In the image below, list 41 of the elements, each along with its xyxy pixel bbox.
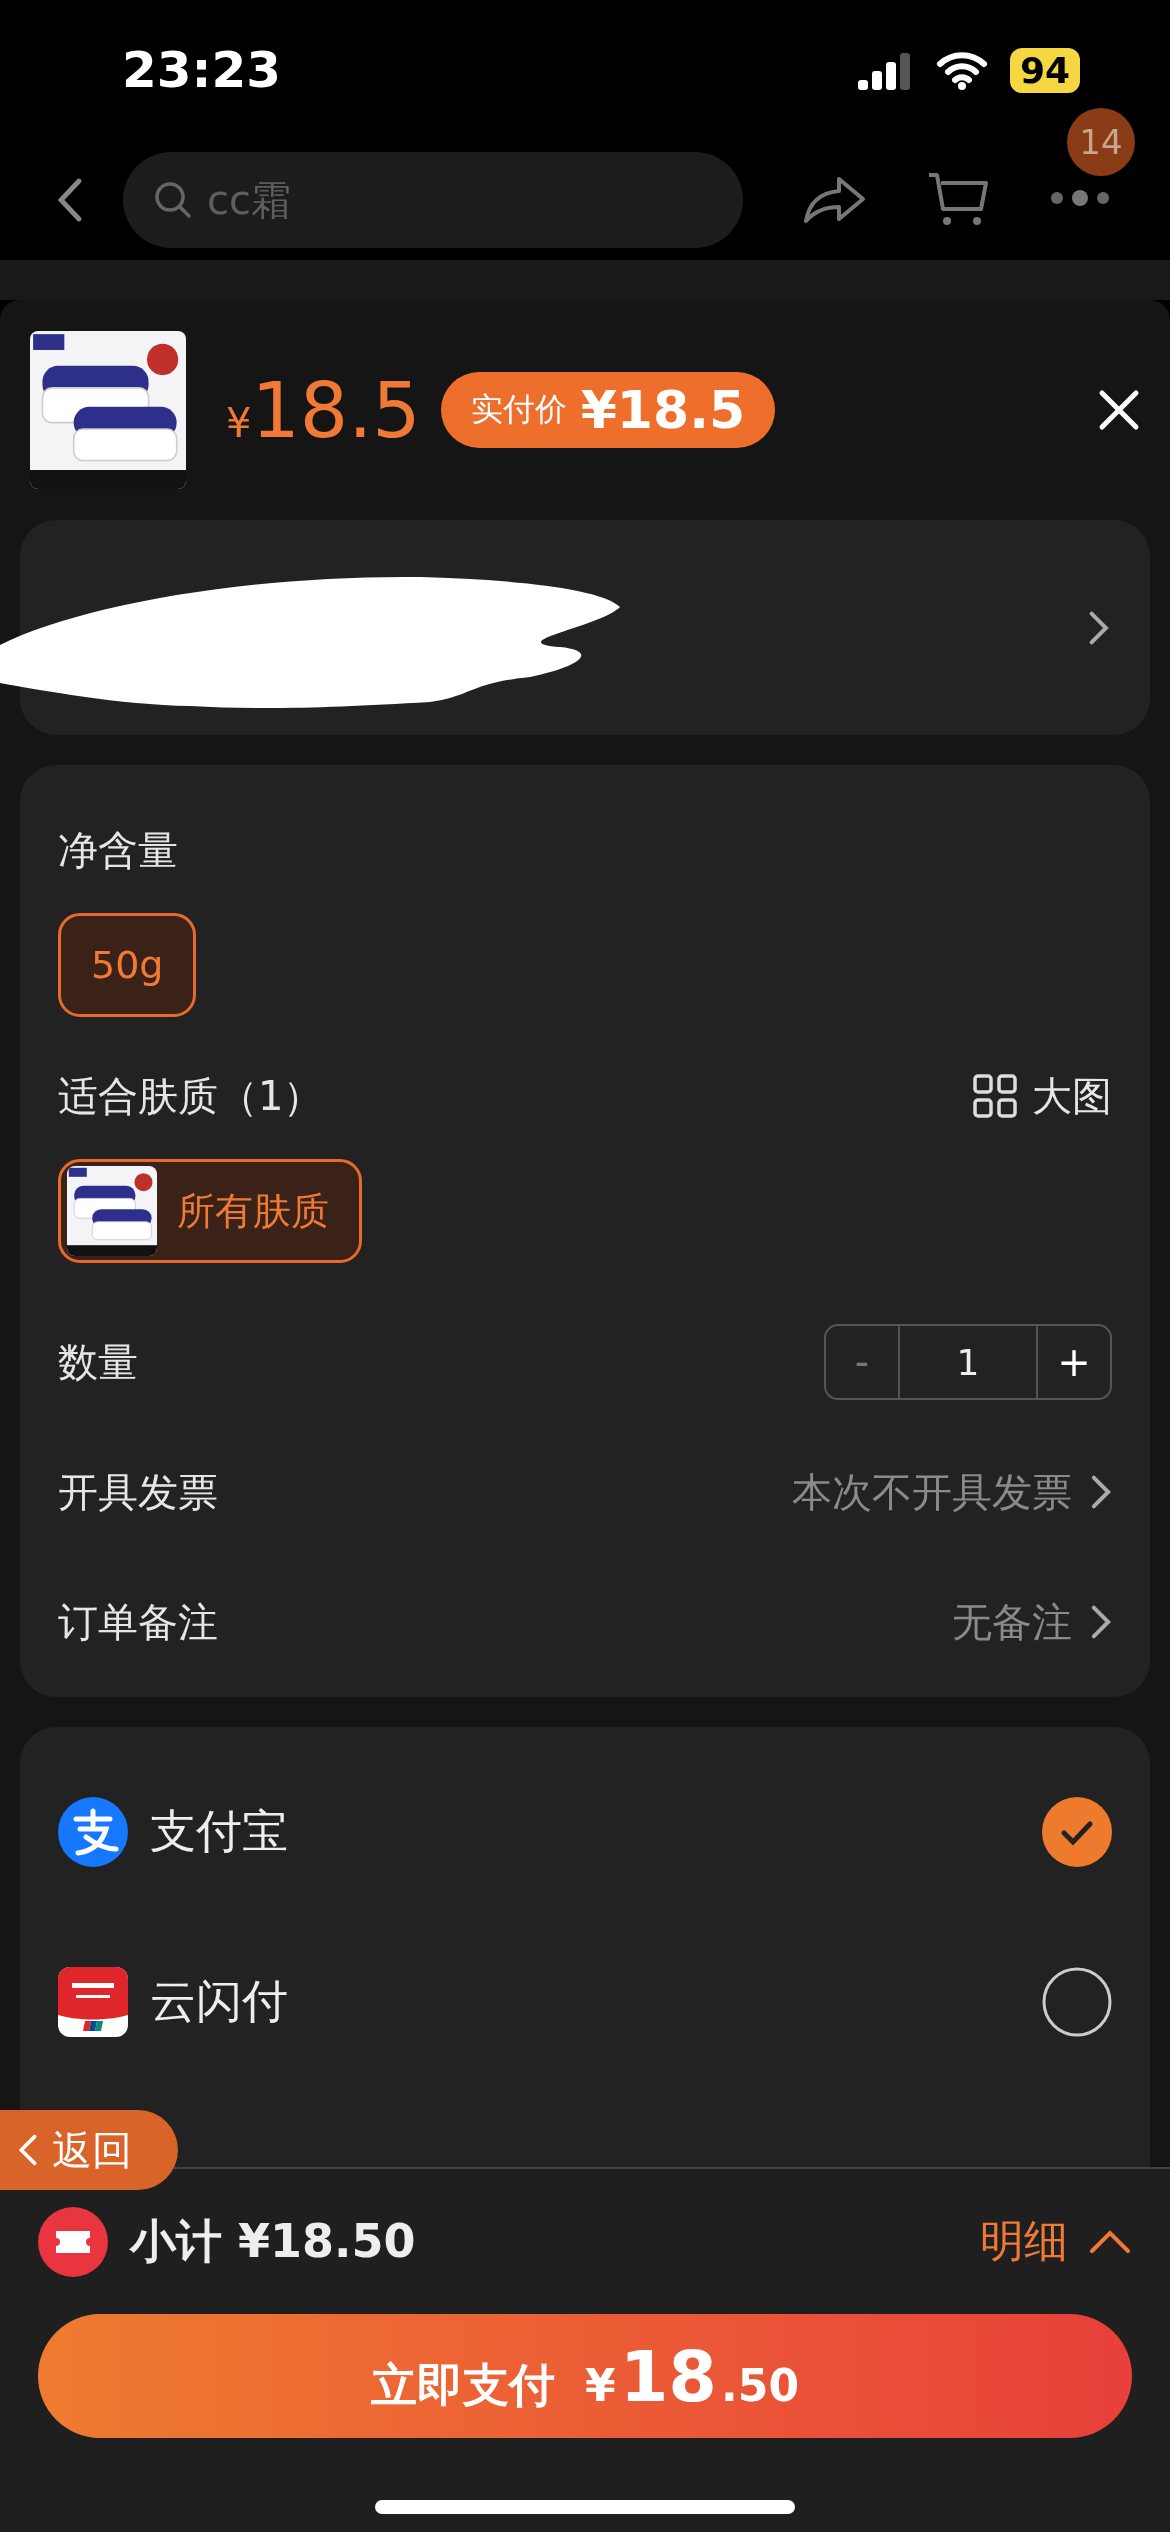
payment-method-name: 支付宝 — [150, 1803, 289, 1860]
radio-icon[interactable] — [1042, 1967, 1112, 2037]
back-button[interactable]: 返回 — [0, 2110, 178, 2190]
paid-price-badge: 实付价 ¥18.5 — [440, 372, 776, 448]
coupon-icon — [38, 2206, 108, 2277]
search-field[interactable]: cc霜 — [123, 152, 743, 248]
payment-logo-icon — [58, 1967, 128, 2037]
search-icon — [153, 180, 193, 220]
payment-method-name: 云闪付 — [150, 1973, 289, 2030]
details-button[interactable]: 明细 — [980, 2212, 1132, 2271]
chevron-up-icon — [1088, 2228, 1132, 2255]
grid-icon — [972, 1073, 1018, 1119]
chevron-right-icon — [1090, 1604, 1112, 1640]
more-icon[interactable] — [1049, 190, 1111, 206]
row-value-link[interactable]: 无备注 — [952, 1594, 1112, 1650]
share-icon[interactable] — [803, 175, 867, 225]
increase-button[interactable]: + — [1038, 1326, 1110, 1398]
notification-badge: 14 — [1067, 108, 1135, 176]
row-value-link[interactable]: 本次不开具发票 — [792, 1464, 1112, 1520]
chevron-right-icon — [1088, 609, 1110, 646]
option-title: 净含量 — [58, 825, 178, 875]
chevron-right-icon — [1090, 1474, 1112, 1510]
price: ¥18.5 — [226, 365, 421, 455]
pay-now-button[interactable]: 立即支付 ¥18.50 — [38, 2314, 1132, 2438]
quantity-label: 数量 — [58, 1337, 138, 1387]
status-time: 23:23 — [122, 41, 282, 99]
option-chip[interactable]: 50g — [58, 913, 197, 1017]
subtotal: 小计 ¥18.50 — [130, 2212, 417, 2270]
large-image-button[interactable]: 大图 — [972, 1068, 1112, 1124]
chevron-left-icon — [18, 2133, 38, 2167]
row-label: 订单备注 — [58, 1597, 218, 1647]
option-title: 适合肤质（1） — [58, 1071, 324, 1121]
wifi-icon — [935, 50, 988, 90]
quantity-value: 1 — [898, 1326, 1038, 1398]
option-chip[interactable]: 所有肤质 — [58, 1159, 362, 1263]
checked-radio-icon[interactable] — [1042, 1797, 1112, 1867]
back-icon[interactable] — [55, 177, 83, 223]
row-label: 开具发票 — [58, 1467, 218, 1517]
battery-level: 94 — [1009, 47, 1080, 93]
payment-logo-icon — [58, 1797, 128, 1867]
close-button[interactable] — [1098, 389, 1140, 431]
